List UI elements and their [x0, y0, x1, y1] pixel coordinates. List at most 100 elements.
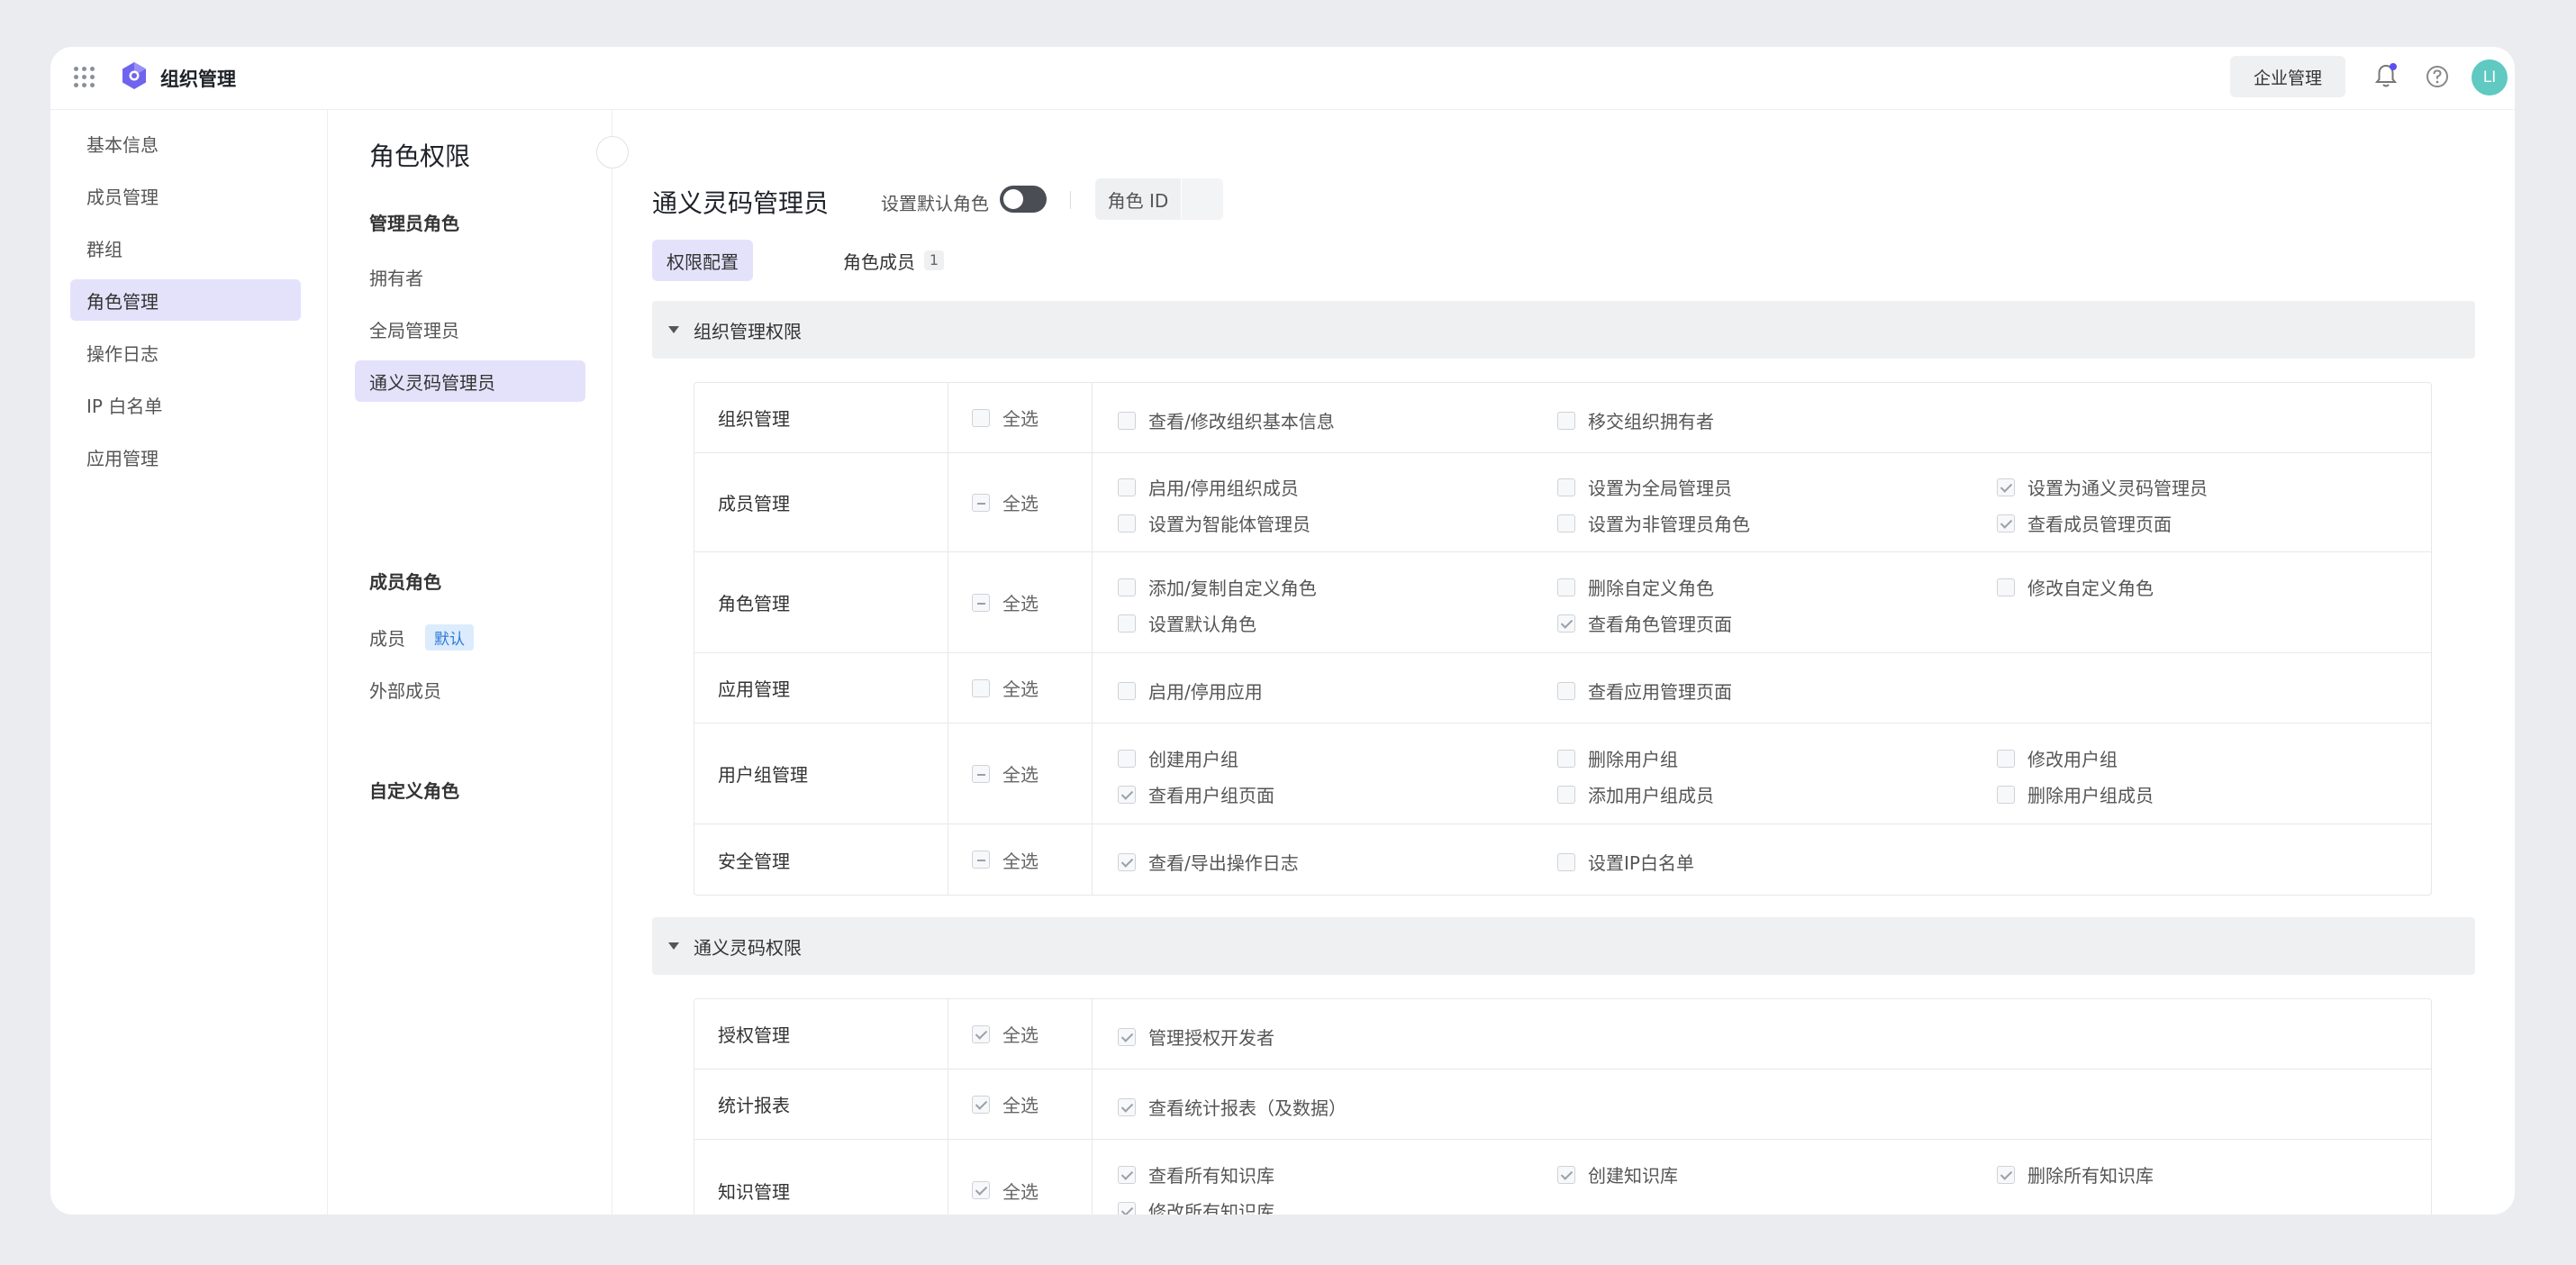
- permission-option[interactable]: 启用/停用应用: [1118, 678, 1263, 704]
- permission-option[interactable]: 查看/修改组织基本信息: [1118, 407, 1335, 433]
- permission-option[interactable]: 查看成员管理页面: [1997, 510, 2172, 536]
- permission-checkbox[interactable]: [1557, 852, 1575, 871]
- select-all[interactable]: 全选: [948, 552, 1093, 652]
- permission-group-header[interactable]: 组织管理权限: [652, 301, 2475, 359]
- permission-checkbox[interactable]: [1557, 681, 1575, 700]
- permission-option[interactable]: 查看角色管理页面: [1557, 610, 1732, 636]
- permission-option[interactable]: 设置IP白名单: [1557, 849, 1694, 875]
- permission-checkbox[interactable]: [1118, 411, 1136, 430]
- permission-checkbox[interactable]: [1118, 852, 1136, 871]
- permission-option[interactable]: 启用/停用组织成员: [1118, 474, 1299, 500]
- select-all-checkbox[interactable]: [972, 1095, 990, 1114]
- nav-item-members[interactable]: 成员管理: [70, 175, 301, 216]
- permission-option[interactable]: 修改自定义角色: [1997, 574, 2154, 600]
- select-all[interactable]: 全选: [948, 1140, 1093, 1215]
- permission-option[interactable]: 设置为全局管理员: [1557, 474, 1732, 500]
- role-item-global-admin[interactable]: 全局管理员: [355, 308, 585, 350]
- permission-option[interactable]: 创建知识库: [1557, 1161, 1678, 1188]
- permission-option[interactable]: 查看/导出操作日志: [1118, 849, 1299, 875]
- permission-option[interactable]: 删除所有知识库: [1997, 1161, 2154, 1188]
- permission-option[interactable]: 设置为通义灵码管理员: [1997, 474, 2208, 500]
- permission-checkbox[interactable]: [1557, 785, 1575, 804]
- permission-checkbox[interactable]: [1557, 614, 1575, 632]
- nav-item-ip-whitelist[interactable]: IP 白名单: [70, 384, 301, 425]
- permission-checkbox[interactable]: [1557, 514, 1575, 532]
- nav-item-basic-info[interactable]: 基本信息: [70, 123, 301, 164]
- permission-option[interactable]: 设置为智能体管理员: [1118, 510, 1311, 536]
- permission-checkbox[interactable]: [1118, 1165, 1136, 1184]
- select-all[interactable]: 全选: [948, 1069, 1093, 1139]
- select-all-checkbox[interactable]: [972, 851, 990, 869]
- select-all-label: 全选: [1002, 1095, 1039, 1116]
- permission-option[interactable]: 设置默认角色: [1118, 610, 1256, 636]
- permission-checkbox[interactable]: [1118, 578, 1136, 596]
- permission-option[interactable]: 修改所有知识库: [1118, 1197, 1274, 1215]
- permission-checkbox[interactable]: [1557, 578, 1575, 596]
- select-all-checkbox[interactable]: [972, 678, 990, 697]
- role-item-owner[interactable]: 拥有者: [355, 256, 585, 297]
- role-item-lingma-admin[interactable]: 通义灵码管理员: [355, 360, 585, 402]
- select-all-checkbox[interactable]: [972, 493, 990, 512]
- permission-checkbox[interactable]: [1557, 478, 1575, 496]
- permission-option[interactable]: 删除用户组: [1557, 745, 1678, 771]
- apps-grid-icon[interactable]: [74, 67, 95, 88]
- tab-permission-config[interactable]: 权限配置: [652, 240, 753, 281]
- select-all-checkbox[interactable]: [972, 1181, 990, 1199]
- permission-group-header[interactable]: 通义灵码权限: [652, 917, 2475, 975]
- permission-checkbox[interactable]: [1118, 749, 1136, 768]
- permission-checkbox[interactable]: [1118, 478, 1136, 496]
- role-item-member[interactable]: 成员 默认: [355, 616, 585, 658]
- permission-checkbox[interactable]: [1557, 411, 1575, 430]
- permission-checkbox[interactable]: [1997, 578, 2015, 596]
- permission-checkbox[interactable]: [1118, 1097, 1136, 1116]
- permission-checkbox[interactable]: [1118, 1027, 1136, 1046]
- permission-option[interactable]: 设置为非管理员角色: [1557, 510, 1750, 536]
- select-all-checkbox[interactable]: [972, 408, 990, 427]
- nav-item-operation-log[interactable]: 操作日志: [70, 332, 301, 373]
- permission-option[interactable]: 查看所有知识库: [1118, 1161, 1274, 1188]
- permission-checkbox[interactable]: [1997, 785, 2015, 804]
- bell-icon[interactable]: [2372, 61, 2399, 90]
- permission-option[interactable]: 查看用户组页面: [1118, 781, 1274, 807]
- select-all[interactable]: 全选: [948, 383, 1093, 452]
- select-all[interactable]: 全选: [948, 999, 1093, 1069]
- permission-option[interactable]: 修改用户组: [1997, 745, 2118, 771]
- select-all-checkbox[interactable]: [972, 1024, 990, 1043]
- role-id-value[interactable]: [1182, 178, 1223, 220]
- permission-option[interactable]: 移交组织拥有者: [1557, 407, 1714, 433]
- permission-checkbox[interactable]: [1997, 1165, 2015, 1184]
- permission-checkbox[interactable]: [1118, 514, 1136, 532]
- permission-checkbox[interactable]: [1997, 514, 2015, 532]
- permission-checkbox[interactable]: [1557, 1165, 1575, 1184]
- permission-option[interactable]: 创建用户组: [1118, 745, 1238, 771]
- permission-checkbox[interactable]: [1118, 785, 1136, 804]
- select-all[interactable]: 全选: [948, 724, 1093, 824]
- role-item-external-member[interactable]: 外部成员: [355, 669, 585, 710]
- permission-option[interactable]: 添加/复制自定义角色: [1118, 574, 1317, 600]
- permission-option[interactable]: 添加用户组成员: [1557, 781, 1714, 807]
- tab-role-members[interactable]: 角色成员 1: [829, 240, 958, 281]
- select-all-checkbox[interactable]: [972, 593, 990, 612]
- permission-checkbox[interactable]: [1118, 681, 1136, 700]
- permission-checkbox[interactable]: [1118, 1201, 1136, 1215]
- permission-checkbox[interactable]: [1118, 614, 1136, 632]
- set-default-role-toggle[interactable]: [1000, 186, 1047, 213]
- permission-option[interactable]: 删除自定义角色: [1557, 574, 1714, 600]
- nav-item-roles[interactable]: 角色管理: [70, 279, 301, 321]
- permission-checkbox[interactable]: [1557, 749, 1575, 768]
- permission-checkbox[interactable]: [1997, 478, 2015, 496]
- select-all[interactable]: 全选: [948, 653, 1093, 723]
- permission-checkbox[interactable]: [1997, 749, 2015, 768]
- nav-item-apps[interactable]: 应用管理: [70, 436, 301, 478]
- permission-option[interactable]: 查看应用管理页面: [1557, 678, 1732, 704]
- avatar[interactable]: LI: [2472, 59, 2508, 96]
- enterprise-management-button[interactable]: 企业管理: [2230, 56, 2345, 97]
- permission-option[interactable]: 查看统计报表（及数据）: [1118, 1094, 1347, 1120]
- help-icon[interactable]: [2425, 64, 2450, 89]
- select-all[interactable]: 全选: [948, 453, 1093, 551]
- permission-option[interactable]: 管理授权开发者: [1118, 1024, 1274, 1050]
- select-all[interactable]: 全选: [948, 824, 1093, 895]
- select-all-checkbox[interactable]: [972, 764, 990, 783]
- nav-item-groups[interactable]: 群组: [70, 227, 301, 268]
- permission-option[interactable]: 删除用户组成员: [1997, 781, 2154, 807]
